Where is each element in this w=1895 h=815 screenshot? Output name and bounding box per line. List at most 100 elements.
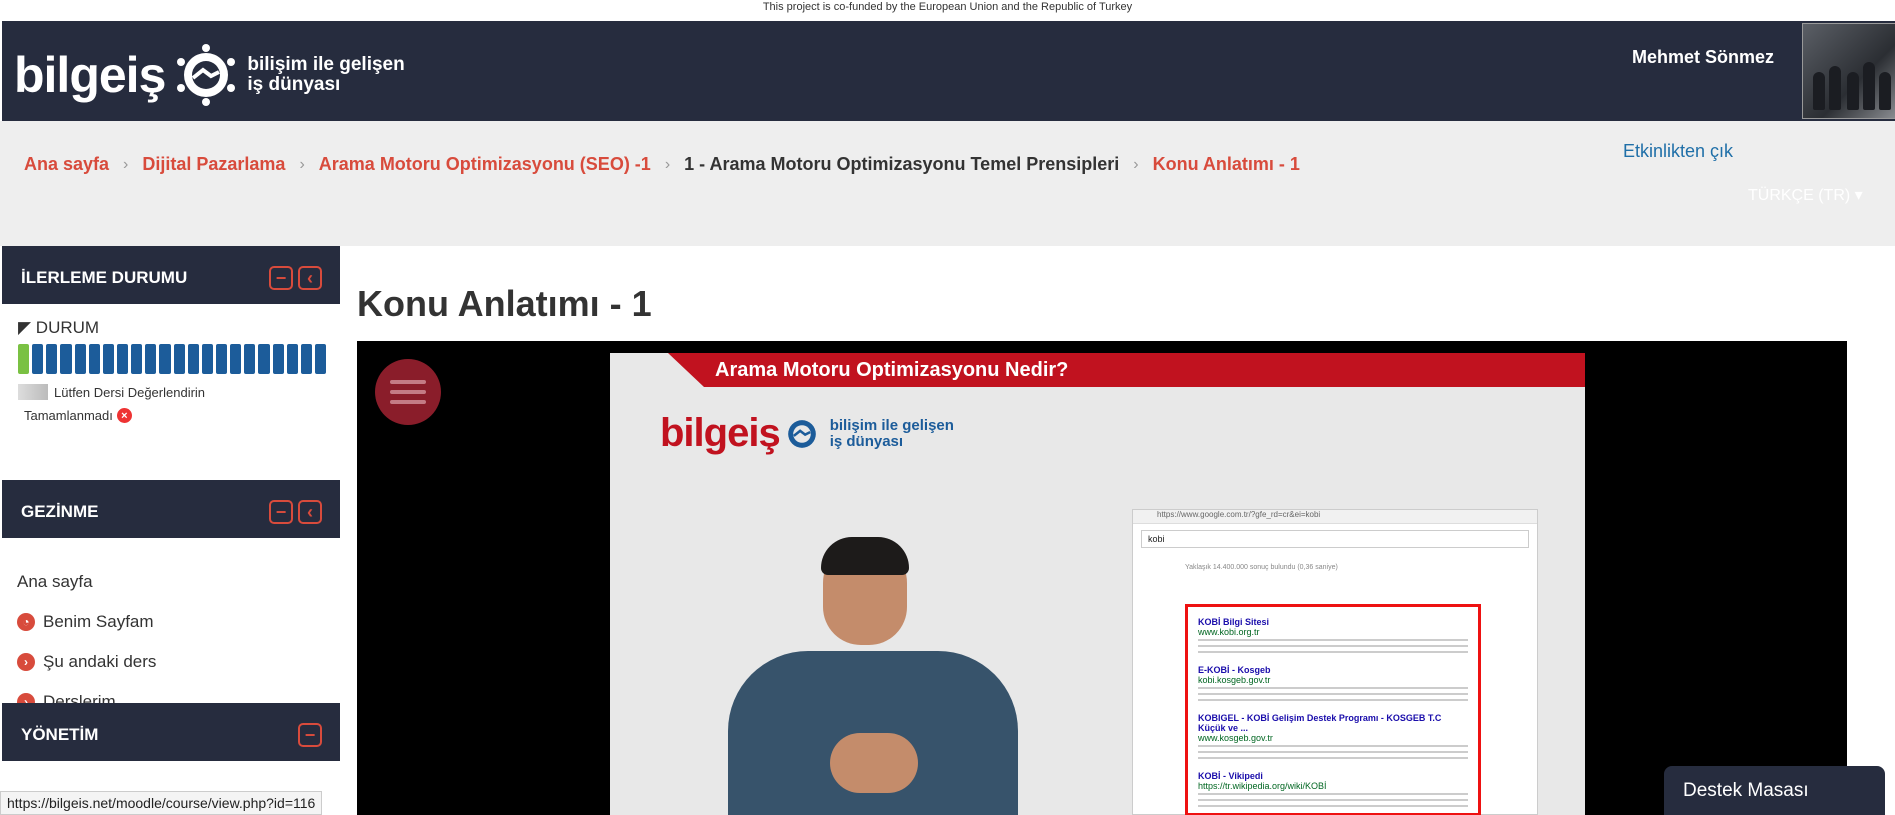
status-text: DURUM <box>35 318 100 337</box>
progress-segment[interactable] <box>215 344 228 374</box>
chevron-right-icon: › <box>1133 155 1139 173</box>
progress-block-title: İLERLEME DURUMU <box>21 268 188 287</box>
progress-segment[interactable] <box>286 344 298 374</box>
admin-block-title: YÖNETİM <box>21 725 99 744</box>
progress-segment[interactable] <box>60 344 72 374</box>
progress-segment[interactable] <box>102 344 114 374</box>
progress-segment[interactable] <box>187 344 199 374</box>
progress-segment[interactable] <box>244 344 256 374</box>
collapse-icon[interactable]: − <box>269 266 293 290</box>
breadcrumb-current[interactable]: Konu Anlatımı - 1 <box>1153 154 1300 175</box>
video-player[interactable]: Arama Motoru Optimizasyonu Nedir? bilgei… <box>357 341 1847 815</box>
breadcrumb-section: 1 - Arama Motoru Optimizasyonu Temel Pre… <box>684 154 1120 174</box>
presenter <box>728 537 1018 815</box>
progress-segment[interactable] <box>145 344 157 374</box>
breadcrumb: Ana sayfa › Dijital Pazarlama › Arama Mo… <box>24 154 1300 175</box>
progress-segment[interactable] <box>314 344 327 374</box>
nav-label: Ana sayfa <box>17 572 93 591</box>
cofunded-banner: This project is co-funded by the Europea… <box>0 0 1895 21</box>
breadcrumb-course[interactable]: Arama Motoru Optimizasyonu (SEO) -1 <box>319 154 651 175</box>
chevron-left-icon[interactable]: ‹ <box>298 500 322 524</box>
search-results-screenshot: https://www.google.com.tr/?gfe_rd=cr&ei=… <box>1132 509 1538 815</box>
slide-logo-word: bilgeiş <box>660 411 781 455</box>
slide-logo-line1: bilişim ile gelişen <box>829 416 954 434</box>
gear-handshake-icon <box>177 44 236 106</box>
nav-item-dashboard[interactable]: ◔ Benim Sayfam <box>17 602 340 642</box>
slide-logo-line2: iş dünyası <box>829 432 904 450</box>
progress-segment[interactable] <box>116 344 129 374</box>
progress-segment[interactable] <box>173 344 185 374</box>
search-result: KOBİ Bilgi Sitesi www.kobi.org.tr <box>1198 617 1468 653</box>
breadcrumb-home[interactable]: Ana sayfa <box>24 154 109 175</box>
chevron-right-icon: › <box>664 155 671 173</box>
progress-segment[interactable] <box>46 344 58 374</box>
progress-segment[interactable] <box>18 344 30 374</box>
breadcrumb-bar: Ana sayfa › Dijital Pazarlama › Arama Mo… <box>0 121 1895 246</box>
logo-word: bilgeiş <box>14 47 166 103</box>
navigation-block-header: GEZİNME − ‹ <box>2 480 340 538</box>
navigation-block-body: Ana sayfa ◔ Benim Sayfam › Şu andaki ders … <box>2 538 340 711</box>
progress-segment[interactable] <box>32 344 44 374</box>
status-bar-url: https://bilgeis.net/moodle/course/view.p… <box>0 791 323 815</box>
chevron-right-circle-icon: › <box>17 653 35 671</box>
exit-activity-link[interactable]: Etkinlikten çık <box>1623 141 1733 162</box>
search-result: KOBIGEL - KOBİ Gelişim Destek Programı -… <box>1198 713 1468 759</box>
progress-block-header: İLERLEME DURUMU − ‹ <box>2 246 340 304</box>
lesson-item[interactable]: Lütfen Dersi Değerlendirin <box>18 384 340 400</box>
admin-block-header: YÖNETİM − <box>2 703 340 761</box>
user-avatar[interactable] <box>1802 23 1895 119</box>
logo-tagline: bilişim ile gelişen iş dünyası <box>247 55 404 95</box>
breadcrumb-category[interactable]: Dijital Pazarlama <box>142 154 285 175</box>
nav-label: Benim Sayfam <box>43 612 154 631</box>
logo-tagline-1: bilişim ile gelişen <box>247 54 405 75</box>
hamburger-menu-icon[interactable] <box>375 359 441 425</box>
chevron-right-icon: › <box>123 155 129 173</box>
progress-segment[interactable] <box>201 344 213 374</box>
language-selector[interactable]: TÜRKÇE (TR) ▾ <box>1748 185 1863 205</box>
navigation-block-title: GEZİNME <box>21 502 99 521</box>
lesson-thumbnail <box>18 384 48 400</box>
lesson-status: Tamamlanmadı × <box>24 408 340 423</box>
chevron-right-icon: › <box>299 155 305 173</box>
progress-segment[interactable] <box>230 344 242 374</box>
site-header: bilgeiş bilişim ile gelişen iş dünyası M… <box>2 21 1895 121</box>
logo-tagline-2: iş dünyası <box>247 74 341 95</box>
search-result: E-KOBİ - Kosgeb kobi.kosgeb.gov.tr <box>1198 665 1468 701</box>
video-frame: Arama Motoru Optimizasyonu Nedir? bilgei… <box>610 353 1585 815</box>
incomplete-icon: × <box>116 408 132 423</box>
nav-item-home[interactable]: Ana sayfa <box>17 562 340 602</box>
main-content: Konu Anlatımı - 1 Arama Motoru Optimizas… <box>357 246 1847 815</box>
user-name[interactable]: Mehmet Sönmez <box>1632 47 1774 68</box>
dashboard-icon: ◔ <box>17 613 35 631</box>
progress-segment[interactable] <box>131 344 143 374</box>
help-desk-button[interactable]: Destek Masası <box>1664 766 1885 815</box>
lesson-status-text: Tamamlanmadı <box>24 408 113 423</box>
results-count: Yaklaşık 14.400.000 sonuç bulundu (0,36 … <box>1185 564 1338 571</box>
search-query: kobi <box>1148 534 1165 544</box>
progress-segment[interactable] <box>74 344 86 374</box>
collapse-icon[interactable]: − <box>269 500 293 524</box>
slide-title: Arama Motoru Optimizasyonu Nedir? <box>715 359 1069 381</box>
site-logo[interactable]: bilgeiş bilişim ile gelişen iş dünyası <box>14 35 405 115</box>
progress-segment[interactable] <box>88 344 100 374</box>
browser-url: https://www.google.com.tr/?gfe_rd=cr&ei=… <box>1133 510 1537 524</box>
gear-handshake-icon <box>787 419 816 448</box>
status-label: ◤ DURUM <box>18 318 100 337</box>
progress-segment[interactable] <box>272 344 284 374</box>
chevron-left-icon[interactable]: ‹ <box>298 266 322 290</box>
slide-logo: bilgeiş bilişim ile gelişen iş dünyası <box>660 411 954 456</box>
progress-segment[interactable] <box>258 344 270 374</box>
progress-block-body: ◤ DURUM Lütfen Dersi Değerlendirin Tamam… <box>2 304 340 480</box>
search-result: KOBİ - Vikipedi https://tr.wikipedia.org/… <box>1198 771 1468 807</box>
lesson-label: Lütfen Dersi Değerlendirin <box>54 384 206 400</box>
search-box: kobi <box>1141 530 1529 548</box>
page-title: Konu Anlatımı - 1 <box>357 283 652 324</box>
nav-label: Şu andaki ders <box>43 652 157 671</box>
sidebar: İLERLEME DURUMU − ‹ ◤ DURUM Lütfen Dersi… <box>2 246 340 815</box>
collapse-icon[interactable]: − <box>298 723 322 747</box>
progress-segment[interactable] <box>300 344 312 374</box>
progress-bar <box>18 344 327 374</box>
progress-segment[interactable] <box>159 344 171 374</box>
highlighted-results: KOBİ Bilgi Sitesi www.kobi.org.tr E-KOBİ … <box>1185 604 1481 815</box>
nav-item-current-course[interactable]: › Şu andaki ders <box>17 642 340 682</box>
